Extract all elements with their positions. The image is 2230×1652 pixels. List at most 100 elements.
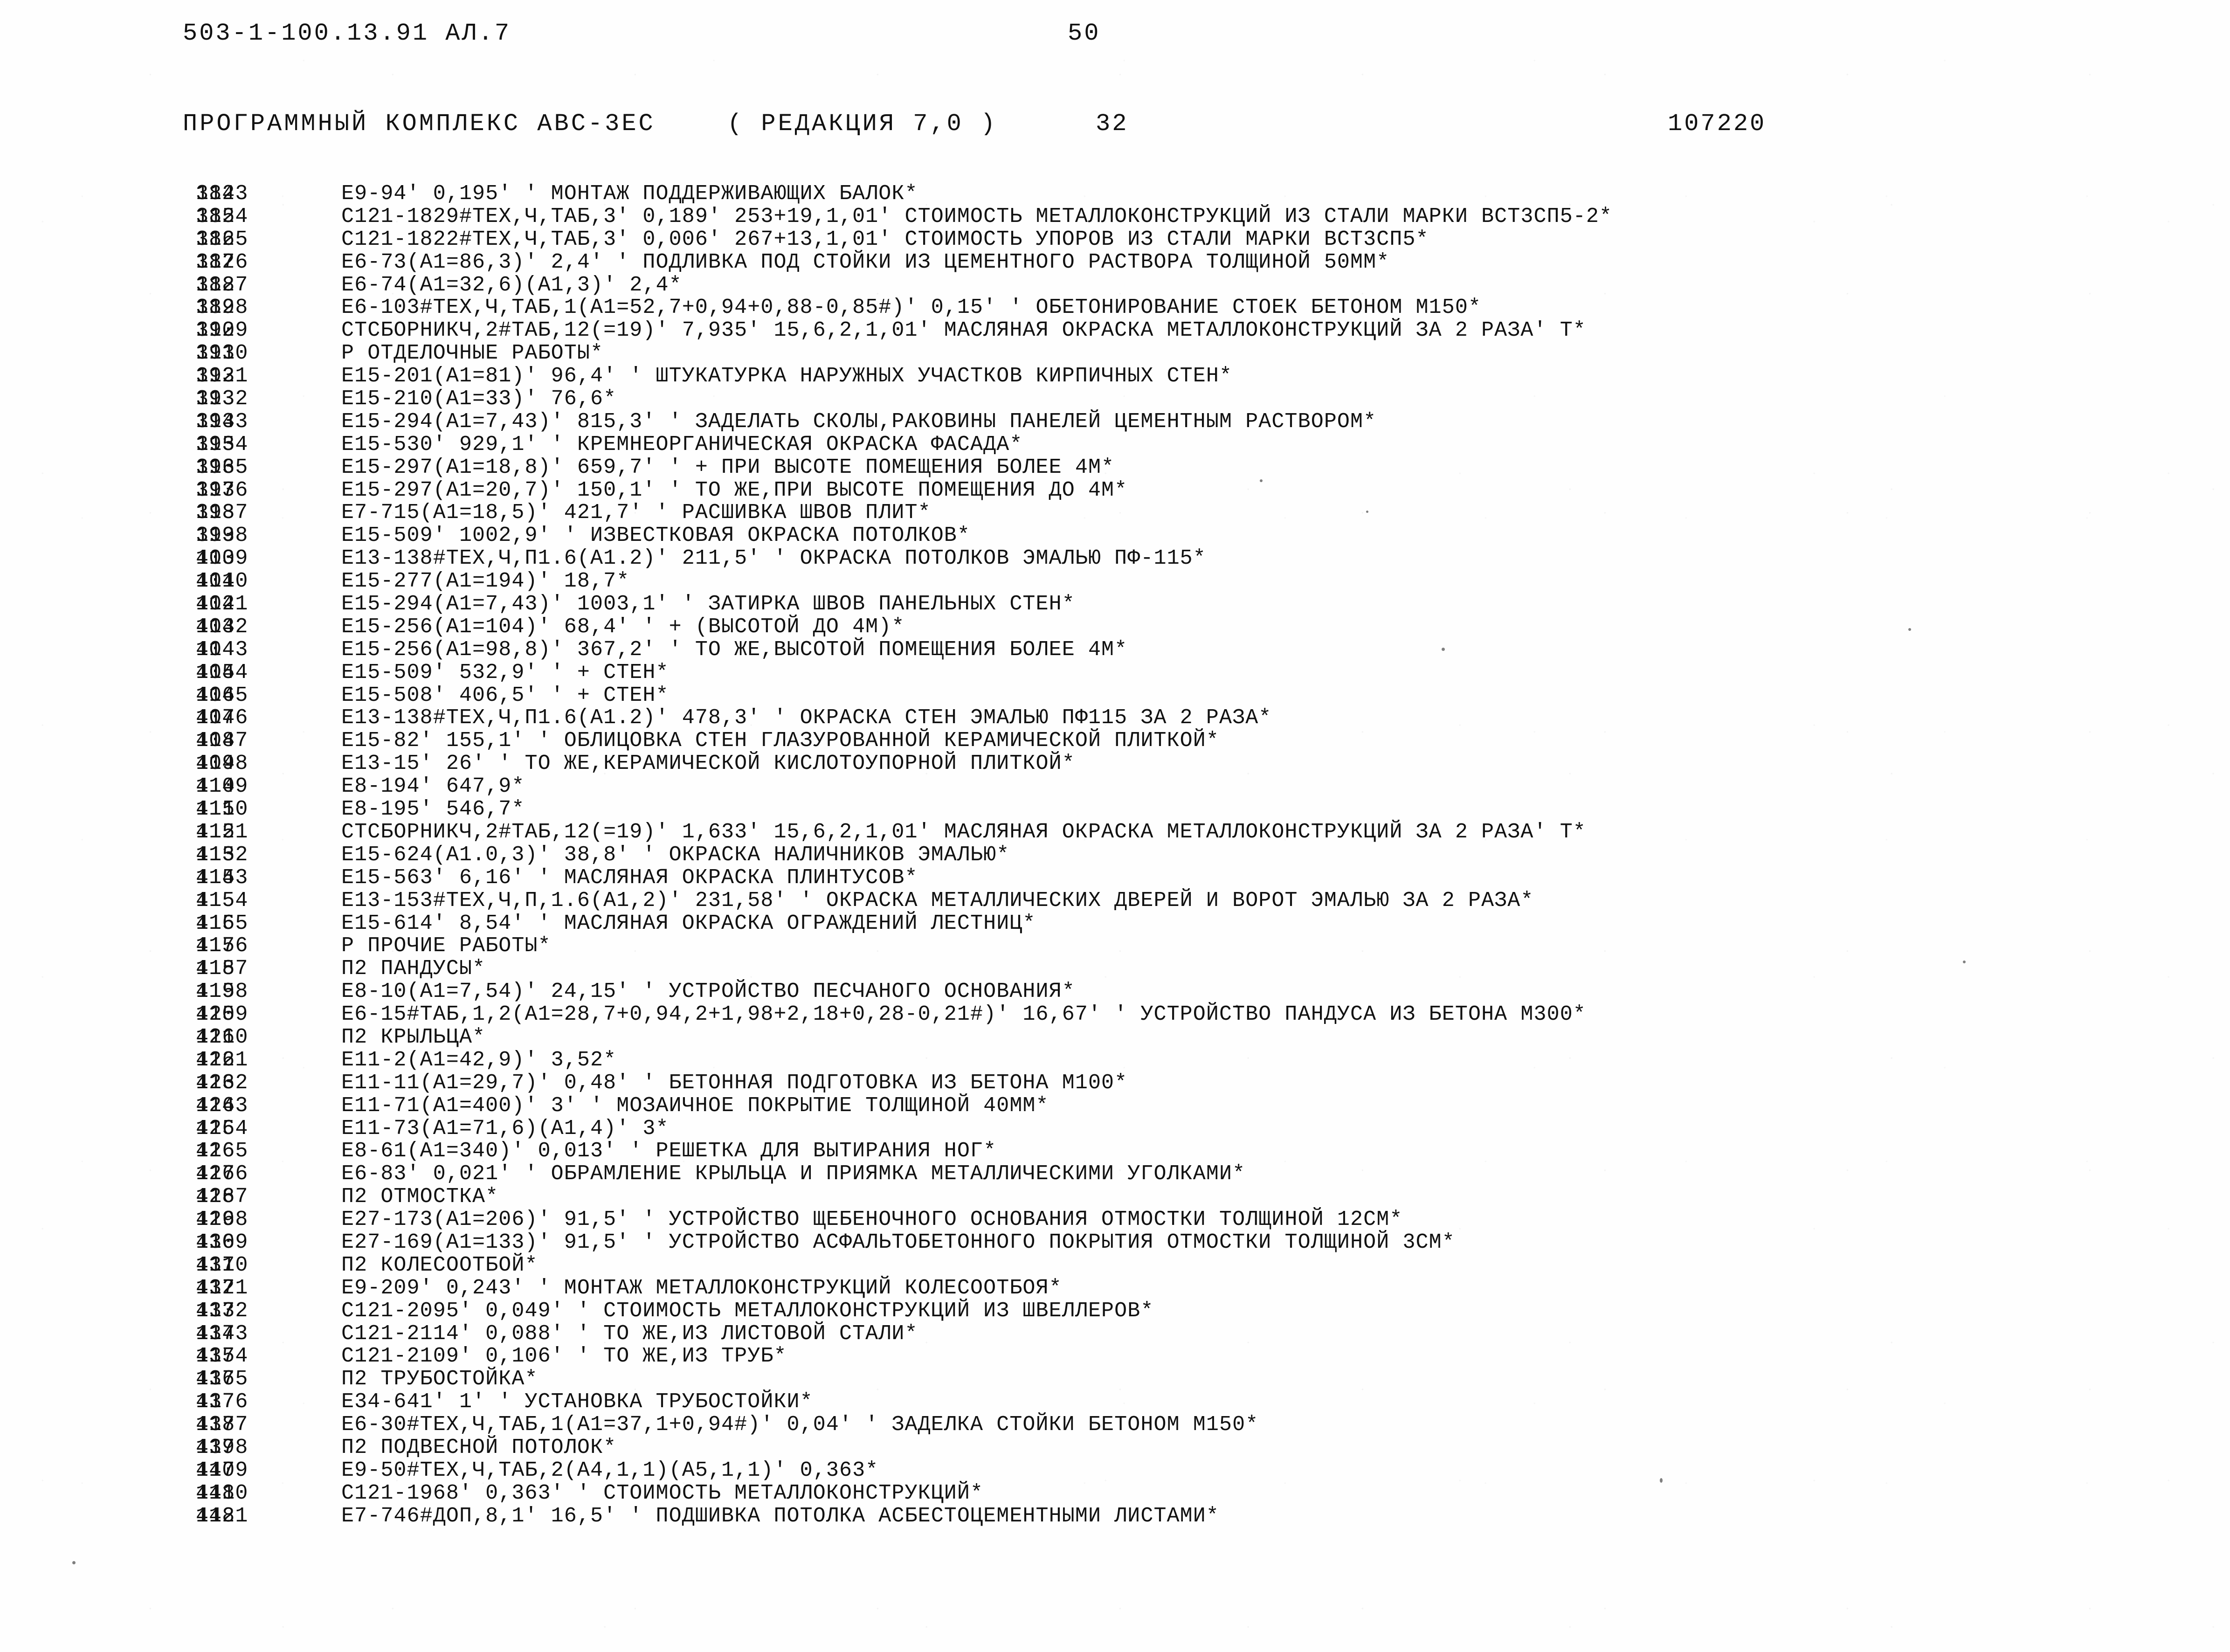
listing-row: 1168429 Е27-173(А1=206)' 91,5' ' УСТРОЙСТ… — [0, 1208, 2230, 1232]
row-line-number: 1171 — [196, 1276, 249, 1300]
row-line-number: 1123 — [196, 182, 249, 206]
row-line-number: 1151 — [196, 820, 249, 844]
row-line-number: 1159 — [196, 1002, 249, 1027]
row-line-number: 1134 — [196, 432, 249, 456]
listing-row: 1169430 Е27-169(А1=133)' 91,5' ' УСТРОЙСТ… — [0, 1231, 2230, 1254]
row-content: Е13-15' 26' ' ТО ЖЕ,КЕРАМИЧЕСКОЙ КИСЛОТО… — [341, 752, 1075, 776]
row-line-number: 1124 — [196, 204, 249, 228]
row-content: Е8-61(А1=340)' 0,013' ' РЕШЕТКА ДЛЯ ВЫТИ… — [341, 1139, 997, 1163]
row-sequence-number: 434 — [196, 1321, 235, 1346]
row-sequence-number: 416 — [196, 911, 235, 935]
row-line-number: 1178 — [196, 1435, 249, 1459]
listing-row: 1132393 Е15-210(А1=33)' 76,6* — [0, 387, 2230, 411]
row-sequence-number: 395 — [196, 432, 235, 456]
row-sequence-number: 418 — [196, 957, 235, 981]
row-content: П2 ОТМОСТКА* — [341, 1185, 499, 1209]
listing-row: 1165426 Е8-61(А1=340)' 0,013' ' РЕШЕТКА Д… — [0, 1140, 2230, 1163]
row-sequence-number: 427 — [196, 1162, 235, 1186]
row-content: П2 ПОДВЕСНОЙ ПОТОЛОК* — [341, 1435, 617, 1459]
row-line-number: 1164 — [196, 1116, 249, 1141]
row-content: Е15-256(А1=98,8)' 367,2' ' ТО ЖЕ,ВЫСОТОЙ… — [341, 637, 1128, 662]
row-content: Е6-74(А1=32,6)(А1,3)' 2,4* — [341, 273, 682, 297]
row-sequence-number: 440 — [196, 1458, 235, 1482]
row-sequence-number: 441 — [196, 1481, 235, 1505]
row-sequence-number: 401 — [196, 569, 235, 594]
row-sequence-number: 414 — [196, 865, 235, 890]
row-line-number: 1135 — [196, 455, 249, 479]
job-number: 107220 — [1668, 110, 1767, 138]
listing-row: 1135396 Е15-297(А1=18,8)' 659,7' ' + ПРИ … — [0, 456, 2230, 479]
row-content: Е6-83' 0,021' ' ОБРАМЛЕНИЕ КРЫЛЬЦА И ПРИ… — [341, 1162, 1246, 1186]
row-content: Р ОТДЕЛОЧНЫЕ РАБОТЫ* — [341, 341, 604, 366]
row-line-number: 1130 — [196, 341, 249, 366]
row-content: Е15-508' 406,5' ' + СТЕН* — [341, 683, 669, 707]
listing-row: 1173434 С121-2114' 0,088' ' ТО ЖЕ,ИЗ ЛИСТ… — [0, 1321, 2230, 1346]
row-line-number: 1160 — [196, 1025, 249, 1049]
row-sequence-number: 442 — [196, 1504, 235, 1528]
row-content: П2 ТРУБОСТОЙКА* — [341, 1367, 538, 1391]
row-sequence-number: 390 — [196, 318, 235, 343]
row-content: Е6-103#ТЕХ,Ч,ТАБ,1(А1=52,7+0,94+0,88-0,8… — [341, 296, 1482, 320]
row-sequence-number: 439 — [196, 1435, 235, 1459]
listing-row: 1125386 С121-1822#ТЕХ,Ч,ТАБ,3' 0,006' 267… — [0, 228, 2230, 251]
row-sequence-number: 413 — [196, 843, 235, 867]
row-line-number: 1150 — [196, 797, 249, 822]
listing-row: 1167428 П2 ОТМОСТКА* — [0, 1185, 2230, 1209]
row-sequence-number: 406 — [196, 683, 235, 707]
listing-row: 1146407 Е13-138#ТЕХ,Ч,П1.6(А1.2)' 478,3' … — [0, 707, 2230, 730]
listing-row: 1123384 Е9-94' 0,195' ' МОНТАЖ ПОДДЕРЖИВА… — [0, 182, 2230, 206]
row-content: Е6-15#ТАБ,1,2(А1=28,7+0,94,2+1,98+2,18+0… — [341, 1002, 1586, 1027]
row-line-number: 1173 — [196, 1321, 249, 1346]
row-sequence-number: 435 — [196, 1344, 235, 1369]
row-line-number: 1157 — [196, 957, 249, 981]
row-sequence-number: 432 — [196, 1276, 235, 1300]
row-sequence-number: 397 — [196, 478, 235, 502]
row-sequence-number: 423 — [196, 1071, 235, 1095]
row-content: Е15-614' 8,54' ' МАСЛЯНАЯ ОКРАСКА ОГРАЖД… — [341, 911, 1036, 935]
row-line-number: 1149 — [196, 774, 249, 799]
listing-row: 1160421 П2 КРЫЛЬЦА* — [0, 1026, 2230, 1049]
row-line-number: 1170 — [196, 1253, 249, 1277]
listing-row: 1129390 СТСБОРНИКЧ,2#ТАБ,12(=19)' 7,935' … — [0, 319, 2230, 342]
row-line-number: 1154 — [196, 888, 249, 912]
row-line-number: 1176 — [196, 1390, 249, 1414]
row-content: П2 КОЛЕСООТБОЙ* — [341, 1253, 538, 1277]
row-line-number: 1155 — [196, 911, 249, 935]
listing-row: 1157418 П2 ПАНДУСЫ* — [0, 957, 2230, 981]
row-sequence-number: 415 — [196, 888, 235, 912]
listing-row: 1158419 Е8-10(А1=7,54)' 24,15' ' УСТРОЙСТ… — [0, 980, 2230, 1003]
row-line-number: 1129 — [196, 318, 249, 343]
row-sequence-number: 392 — [196, 364, 235, 388]
row-sequence-number: 409 — [196, 752, 235, 776]
row-sequence-number: 438 — [196, 1413, 235, 1437]
row-line-number: 1144 — [196, 660, 249, 684]
row-content: П2 КРЫЛЬЦА* — [341, 1025, 486, 1049]
header-line-2: ПРОГРАММНЫЙ КОМПЛЕКС АВС-3ЕС ( РЕДАКЦИЯ … — [0, 110, 2230, 143]
row-line-number: 1161 — [196, 1048, 249, 1072]
row-content: П2 ПАНДУСЫ* — [341, 957, 486, 981]
row-sequence-number: 402 — [196, 592, 235, 616]
row-content: С121-1968' 0,363' ' СТОИМОСТЬ МЕТАЛЛОКОН… — [341, 1481, 984, 1505]
listing-row: 1152413 Е15-624(А1.0,3)' 38,8' ' ОКРАСКА … — [0, 843, 2230, 867]
row-sequence-number: 433 — [196, 1299, 235, 1323]
row-content: Е7-746#ДОП,8,1' 16,5' ' ПОДШИВКА ПОТОЛКА… — [341, 1504, 1219, 1528]
row-content: Е15-297(А1=18,8)' 659,7' ' + ПРИ ВЫСОТЕ … — [341, 455, 1115, 479]
row-content: Е15-297(А1=20,7)' 150,1' ' ТО ЖЕ,ПРИ ВЫС… — [341, 478, 1128, 502]
row-content: С121-2109' 0,106' ' ТО ЖЕ,ИЗ ТРУБ* — [341, 1344, 787, 1369]
listing-row: 1162423 Е11-11(А1=29,7)' 0,48' ' БЕТОННАЯ… — [0, 1071, 2230, 1095]
row-sequence-number: 429 — [196, 1208, 235, 1232]
row-line-number: 1145 — [196, 683, 249, 707]
listing-row: 1134395 Е15-530' 929,1' ' КРЕМНЕОРГАНИЧЕС… — [0, 432, 2230, 456]
row-sequence-number: 386 — [196, 227, 235, 251]
row-sequence-number: 384 — [196, 182, 235, 206]
header-line-1: 503-1-100.13.91 АЛ.7 50 — [0, 20, 2230, 52]
row-line-number: 1139 — [196, 546, 249, 571]
listing-row: 1127388 Е6-74(А1=32,6)(А1,3)' 2,4* — [0, 274, 2230, 297]
row-sequence-number: 408 — [196, 729, 235, 753]
listing-row: 1136397 Е15-297(А1=20,7)' 150,1' ' ТО ЖЕ,… — [0, 479, 2230, 502]
listing-row: 1156417 Р ПРОЧИЕ РАБОТЫ* — [0, 934, 2230, 958]
row-content: Е6-73(А1=86,3)' 2,4' ' ПОДЛИВКА ПОД СТОЙ… — [341, 250, 1390, 274]
row-line-number: 1141 — [196, 592, 249, 616]
row-content: Е9-94' 0,195' ' МОНТАЖ ПОДДЕРЖИВАЮЩИХ БА… — [341, 182, 918, 206]
row-content: Е15-82' 155,1' ' ОБЛИЦОВКА СТЕН ГЛАЗУРОВ… — [341, 729, 1219, 753]
